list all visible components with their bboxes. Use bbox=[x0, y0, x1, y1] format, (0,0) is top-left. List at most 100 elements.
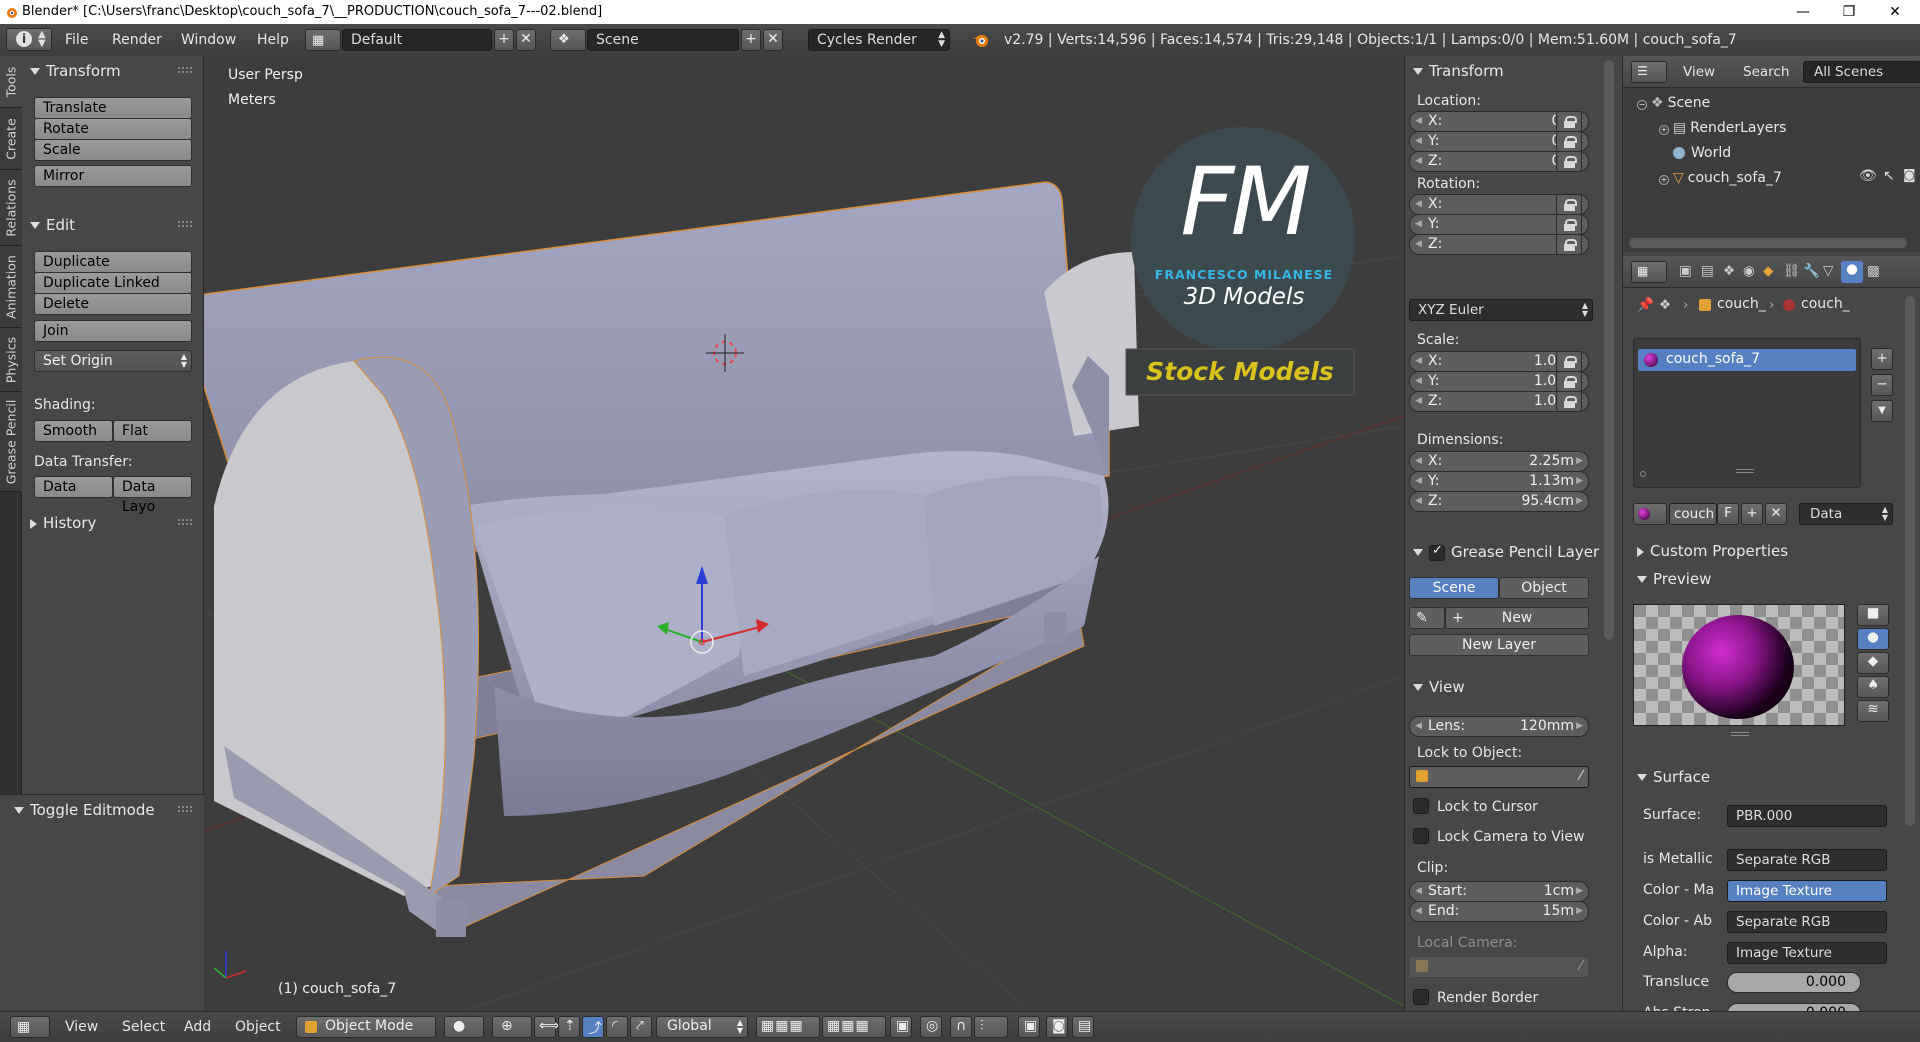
preview-panel-header[interactable]: Preview bbox=[1637, 570, 1711, 588]
preview-sphere-icon[interactable]: ● bbox=[1857, 628, 1889, 650]
mode-select[interactable]: Object Mode bbox=[296, 1016, 436, 1038]
material-preview[interactable] bbox=[1633, 604, 1845, 726]
viewport-menu-view[interactable]: View bbox=[65, 1019, 98, 1035]
clip-end-field[interactable]: ◀ End: 15m ▶ bbox=[1409, 901, 1589, 922]
tab-relations[interactable]: Relations bbox=[0, 170, 22, 246]
preview-flat-icon[interactable]: ■ bbox=[1857, 604, 1889, 626]
lock-rotation-y-icon[interactable] bbox=[1556, 214, 1582, 235]
preview-cube-icon[interactable]: ◆ bbox=[1857, 652, 1889, 674]
render-animation-icon[interactable]: ▤ bbox=[1072, 1016, 1094, 1038]
select-arrow-icon[interactable]: ↖ bbox=[1883, 168, 1895, 184]
dimension-z-field[interactable]: ◀ Z: 95.4cm ▶ bbox=[1409, 491, 1589, 512]
3d-viewport[interactable]: User Persp Meters (1) couch_sofa_7 FM FR… bbox=[204, 56, 1404, 1011]
fake-user-button[interactable]: F bbox=[1717, 503, 1739, 525]
render-still-icon[interactable]: ▣ bbox=[1018, 1016, 1040, 1038]
input-link-alpha[interactable]: Image Texture bbox=[1727, 942, 1887, 964]
proportional-edit-icon[interactable]: ◎ bbox=[920, 1016, 942, 1038]
remove-scene-icon[interactable]: ✕ bbox=[763, 29, 783, 51]
tab-physics[interactable]: Physics bbox=[0, 328, 22, 392]
grease-pencil-layer-header[interactable]: ✓ Grease Pencil Layer bbox=[1413, 543, 1599, 561]
gp-pencil-icon[interactable]: ✎ bbox=[1409, 607, 1445, 629]
tab-grease-pencil[interactable]: Grease Pencil bbox=[0, 392, 22, 492]
delete-button[interactable]: Delete bbox=[34, 293, 192, 315]
editor-type-button[interactable]: i ▲ ▼ bbox=[6, 28, 52, 51]
outliner-filter-select[interactable]: All Scenes bbox=[1803, 61, 1920, 83]
lock-cursor-checkbox[interactable] bbox=[1413, 798, 1429, 814]
tab-create[interactable]: Create bbox=[0, 108, 22, 170]
lock-rotation-x-icon[interactable] bbox=[1556, 194, 1582, 215]
render-camera-icon[interactable]: ◙ bbox=[1046, 1016, 1068, 1038]
resize-grip-icon[interactable] bbox=[1736, 469, 1754, 473]
layer-buttons-2[interactable]: ▦▦▦ bbox=[822, 1016, 886, 1038]
constraints-tab-icon[interactable]: ⛓ bbox=[1783, 263, 1800, 279]
dimension-x-field[interactable]: ◀ X: 2.25m ▶ bbox=[1409, 451, 1589, 472]
viewport-menu-select[interactable]: Select bbox=[122, 1019, 165, 1035]
screen-layout-icon[interactable]: ▦ bbox=[305, 29, 341, 51]
dimension-y-field[interactable]: ◀ Y: 1.13m ▶ bbox=[1409, 471, 1589, 492]
properties-type-icon[interactable]: ▦ bbox=[1631, 261, 1667, 283]
pivot-point-icon[interactable]: ⊕ bbox=[492, 1016, 532, 1038]
menu-file[interactable]: File bbox=[65, 32, 88, 48]
preview-hair-icon[interactable]: ≋ bbox=[1857, 700, 1889, 722]
menu-window[interactable]: Window bbox=[181, 32, 236, 48]
lock-layers-icon[interactable]: ▣ bbox=[890, 1016, 912, 1038]
flat-button[interactable]: Flat bbox=[113, 420, 192, 442]
surface-panel-header[interactable]: Surface bbox=[1637, 768, 1710, 786]
translate-button[interactable]: Translate bbox=[34, 97, 192, 119]
drag-grip-icon[interactable] bbox=[178, 519, 192, 525]
add-layout-icon[interactable]: + bbox=[494, 29, 514, 51]
outliner-item-scene[interactable]: − ❖ Scene bbox=[1637, 95, 1710, 111]
lock-object-field[interactable]: ⁄ bbox=[1409, 766, 1589, 788]
rotate-button[interactable]: Rotate bbox=[34, 118, 192, 140]
pin-icon[interactable]: 📌 bbox=[1637, 297, 1654, 313]
viewport-menu-add[interactable]: Add bbox=[184, 1019, 211, 1035]
smooth-button[interactable]: Smooth bbox=[34, 420, 113, 442]
tab-animation[interactable]: Animation bbox=[0, 246, 22, 328]
object-tab-icon[interactable]: ◆ bbox=[1763, 263, 1773, 279]
lock-rotation-z-icon[interactable] bbox=[1556, 234, 1582, 255]
outliner-menu-search[interactable]: Search bbox=[1743, 64, 1789, 80]
lock-scale-z-icon[interactable] bbox=[1556, 391, 1582, 412]
render-tab-icon[interactable]: ▣ bbox=[1679, 263, 1692, 279]
unlink-material-icon[interactable]: ✕ bbox=[1765, 503, 1787, 525]
outliner-type-icon[interactable]: ☰ bbox=[1631, 61, 1667, 83]
maximize-button[interactable]: ❐ bbox=[1826, 0, 1872, 24]
add-scene-icon[interactable]: + bbox=[741, 29, 761, 51]
translucency-slider[interactable]: 0.000 bbox=[1727, 972, 1861, 993]
scene-tab-icon[interactable]: ❖ bbox=[1723, 263, 1735, 279]
outliner-item-renderlayers[interactable]: + ▤ RenderLayers bbox=[1659, 120, 1786, 136]
modifiers-tab-icon[interactable]: 🔧 bbox=[1803, 263, 1820, 279]
duplicate-linked-button[interactable]: Duplicate Linked bbox=[34, 272, 192, 294]
data-transfer-button[interactable]: Data bbox=[34, 476, 113, 498]
render-border-checkbox[interactable] bbox=[1413, 989, 1429, 1005]
orientation-select[interactable]: Global ▲ ▼ bbox=[656, 1016, 748, 1038]
input-link-color-ma[interactable]: Image Texture bbox=[1727, 880, 1887, 902]
viewport-type-icon[interactable]: ▦ bbox=[10, 1016, 50, 1038]
lock-camera-checkbox[interactable] bbox=[1413, 828, 1429, 844]
layers-tab-icon[interactable]: ▤ bbox=[1701, 263, 1714, 279]
custom-properties-header[interactable]: Custom Properties bbox=[1637, 542, 1788, 560]
world-tab-icon[interactable]: ◉ bbox=[1743, 263, 1755, 279]
grease-pencil-checkbox[interactable]: ✓ bbox=[1429, 543, 1445, 561]
texture-tab-icon[interactable]: ▩ bbox=[1867, 263, 1880, 279]
toggle-editmode-header[interactable]: Toggle Editmode bbox=[14, 801, 155, 819]
scene-icon[interactable]: ❖ bbox=[550, 29, 586, 51]
duplicate-button[interactable]: Duplicate bbox=[34, 251, 192, 273]
remove-layout-icon[interactable]: ✕ bbox=[516, 29, 536, 51]
breadcrumb-material[interactable]: couch_ bbox=[1801, 296, 1850, 312]
scale-button[interactable]: Scale bbox=[34, 139, 192, 161]
rotation-mode-select[interactable]: XYZ Euler ▲ ▼ bbox=[1409, 299, 1593, 321]
history-panel-header[interactable]: History bbox=[30, 514, 96, 532]
view-panel-header[interactable]: View bbox=[1413, 678, 1465, 696]
manipulator-toggle-icon[interactable]: ⟺ bbox=[534, 1016, 559, 1038]
breadcrumb-object[interactable]: couch_ bbox=[1717, 296, 1766, 312]
new-layer-button[interactable]: New Layer bbox=[1409, 634, 1589, 656]
manip-scale-icon[interactable]: ◜ bbox=[606, 1016, 628, 1038]
outliner-hscrollbar[interactable] bbox=[1629, 238, 1907, 248]
outliner-menu-view[interactable]: View bbox=[1683, 64, 1715, 80]
menu-help[interactable]: Help bbox=[257, 32, 289, 48]
n-transform-header[interactable]: Transform bbox=[1413, 62, 1504, 80]
material-browse-icon[interactable] bbox=[1633, 503, 1667, 525]
gp-object-toggle[interactable]: Object bbox=[1499, 577, 1589, 599]
remove-material-slot-icon[interactable]: − bbox=[1871, 374, 1893, 396]
